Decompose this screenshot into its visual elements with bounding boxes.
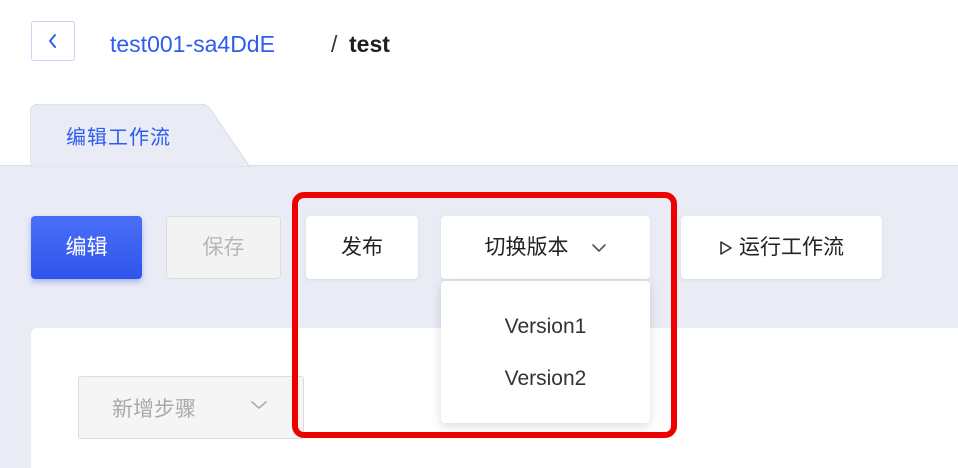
version-option-2[interactable]: Version2 [441, 366, 650, 392]
publish-button-label: 发布 [341, 235, 383, 259]
chevron-down-icon [251, 401, 267, 409]
version-dropdown-menu: Version1 Version2 [441, 281, 650, 423]
chevron-down-icon [591, 243, 606, 252]
back-button[interactable] [31, 21, 75, 61]
tab-edit-workflow[interactable]: 编辑工作流 [30, 104, 250, 167]
edit-button-label: 编辑 [65, 235, 108, 259]
edit-button[interactable]: 编辑 [31, 216, 142, 279]
breadcrumb-separator: / [331, 31, 338, 57]
chevron-left-icon [49, 34, 56, 48]
switch-version-button[interactable]: 切换版本 [441, 216, 650, 279]
version-option-1[interactable]: Version1 [441, 314, 650, 340]
workflow-editor-page: test001-sa4DdE / test 编辑工作流 编辑 保存 发布 切换版… [0, 0, 958, 468]
breadcrumb-project-link[interactable]: test001-sa4DdE [110, 30, 275, 58]
run-workflow-button[interactable]: 运行工作流 [681, 216, 882, 279]
tab-edit-workflow-label: 编辑工作流 [66, 127, 171, 149]
add-step-label: 新增步骤 [112, 397, 196, 421]
add-step-select[interactable]: 新增步骤 [78, 376, 304, 439]
play-outline-icon [720, 240, 732, 255]
breadcrumb-current-workflow: test [349, 31, 390, 57]
save-button-label: 保存 [202, 235, 245, 259]
run-workflow-label: 运行工作流 [739, 235, 844, 259]
switch-version-label: 切换版本 [484, 235, 569, 259]
publish-button[interactable]: 发布 [306, 216, 418, 279]
save-button[interactable]: 保存 [166, 216, 281, 279]
